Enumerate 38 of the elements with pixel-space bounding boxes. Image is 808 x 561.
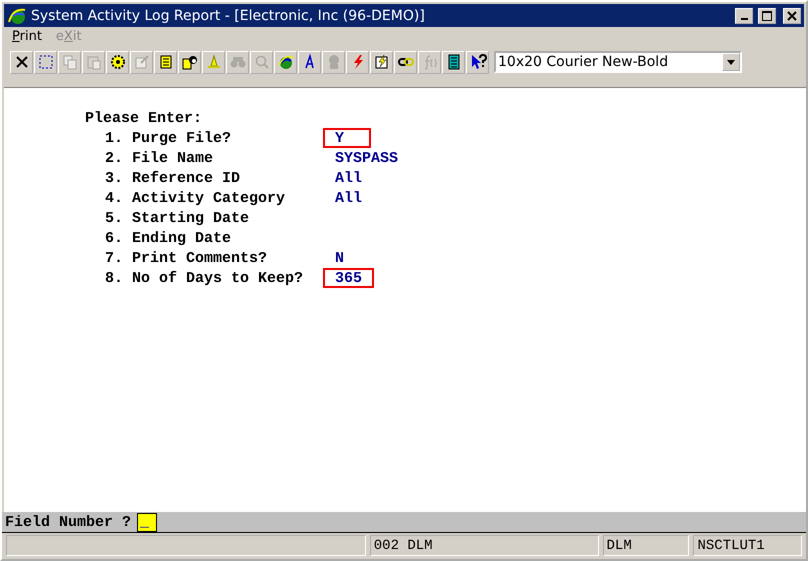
- field-value[interactable]: All: [323, 188, 374, 208]
- input-field[interactable]: _: [137, 512, 158, 532]
- field-value[interactable]: Y: [323, 128, 371, 148]
- maximize-icon: [762, 10, 772, 20]
- field-number: 4.: [105, 190, 124, 206]
- field-label: Activity Category: [132, 190, 286, 206]
- field-label: Starting Date: [132, 210, 250, 226]
- close-button[interactable]: [783, 8, 801, 24]
- maximize-button[interactable]: [758, 8, 776, 24]
- field-number: 6.: [105, 230, 124, 246]
- field-label: Reference ID: [132, 170, 240, 186]
- dropdown-arrow-icon: [727, 60, 735, 64]
- field-value[interactable]: N: [323, 248, 371, 268]
- field-label: Purge File?: [132, 130, 232, 146]
- field-label: File Name: [132, 150, 214, 166]
- window-title: System Activity Log Report - [Electronic, Inc (96-DEMO)]: [31, 8, 426, 24]
- status-pane: 002 DLM: [370, 535, 599, 556]
- status-pane: NSCTLUT1: [693, 535, 802, 556]
- field-value[interactable]: SYSPASS: [323, 148, 410, 168]
- form-heading: Please Enter:: [85, 110, 202, 126]
- field-number: 1.: [105, 130, 124, 146]
- prompt-label: Field Number ?: [5, 514, 132, 530]
- field-number: 8.: [105, 270, 124, 286]
- field-value[interactable]: 365: [323, 268, 374, 288]
- field-number: 5.: [105, 210, 124, 226]
- minimize-icon: [740, 18, 748, 20]
- field-label: No of Days to Keep?: [132, 270, 304, 286]
- field-label: Ending Date: [132, 230, 232, 246]
- field-number: 3.: [105, 170, 124, 186]
- status-pane: DLM: [602, 535, 690, 556]
- field-label: Print Comments?: [132, 250, 268, 266]
- field-number: 2.: [105, 150, 124, 166]
- field-number: 7.: [105, 250, 124, 266]
- menu-item[interactable]: Print: [12, 29, 42, 45]
- close-icon: [787, 10, 797, 20]
- font-dropdown[interactable]: 10x20 Courier New-Bold: [494, 51, 742, 73]
- field-value[interactable]: All: [323, 168, 374, 188]
- minimize-button[interactable]: [735, 8, 753, 24]
